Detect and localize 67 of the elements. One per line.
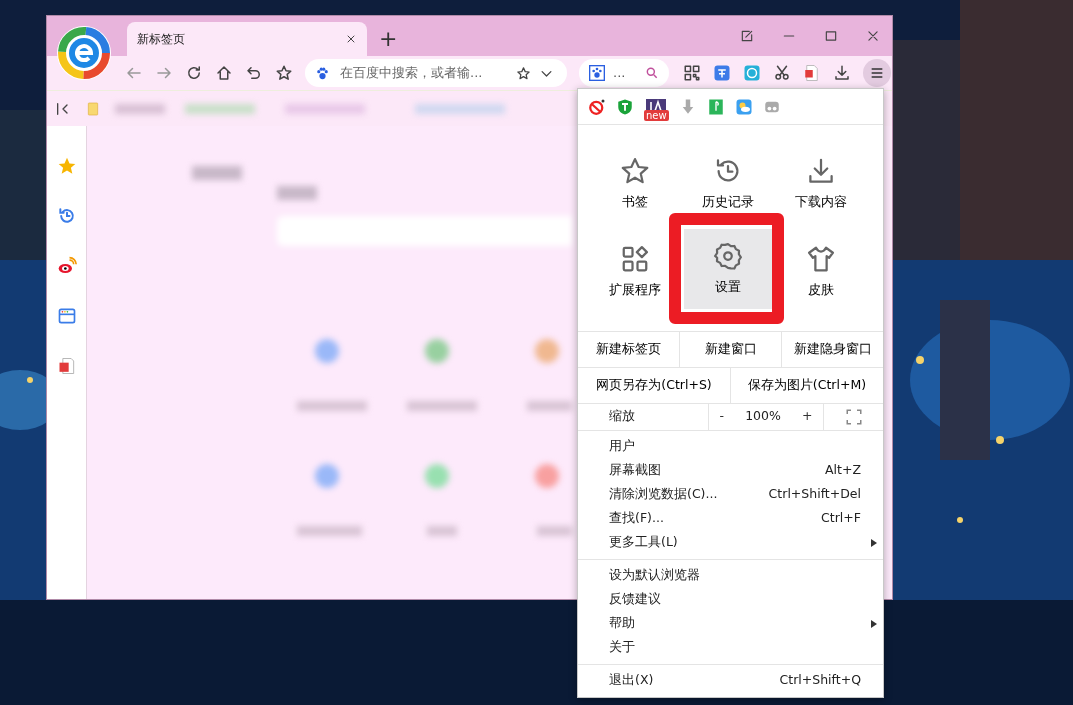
menu-button[interactable]: 保存为图片(Ctrl+M) (730, 367, 883, 403)
new-badge: new (644, 109, 669, 121)
menu-tile[interactable]: 书签 (617, 155, 652, 211)
shortcut-label: Alt+Z (825, 461, 861, 480)
menu-item[interactable]: 清除浏览数据(C)... Ctrl+Shift+Del (578, 482, 883, 507)
close-icon[interactable] (345, 33, 357, 45)
maximize-icon[interactable] (824, 29, 838, 43)
scissors-icon[interactable] (773, 64, 791, 82)
menu-button[interactable]: 网页另存为(Ctrl+S) (578, 367, 730, 403)
search-text: ... (613, 64, 627, 83)
browser-tab[interactable]: 新标签页 (127, 22, 367, 56)
refresh-icon[interactable] (185, 64, 203, 82)
menu-tile[interactable]: 皮肤 (803, 244, 838, 300)
menu-tile[interactable]: 扩展程序 (606, 244, 663, 300)
search-icon[interactable] (645, 66, 659, 80)
weibo-icon[interactable] (56, 256, 77, 276)
shortcut-label: Ctrl+F (821, 509, 861, 528)
star-icon[interactable] (275, 64, 293, 82)
star-icon (619, 155, 650, 186)
shortcut-label: Ctrl+Shift+Del (768, 485, 861, 504)
weather-icon[interactable] (734, 97, 753, 116)
address-field[interactable]: 在百度中搜索，或者输... (338, 62, 508, 84)
history-icon[interactable] (56, 206, 77, 226)
undo-icon[interactable] (245, 64, 263, 82)
download-icon[interactable] (833, 64, 851, 82)
menu-item[interactable]: 用户 (578, 434, 883, 459)
paw-icon (589, 65, 605, 81)
gear-icon (713, 241, 743, 272)
close-icon[interactable] (866, 29, 880, 43)
menu-tile[interactable]: 设置 (684, 229, 772, 309)
music-icon[interactable] (706, 97, 725, 116)
menu-item[interactable]: 退出(X) Ctrl+Shift+Q (578, 668, 883, 693)
qr-code-icon[interactable] (683, 64, 701, 82)
menu-button[interactable]: 新建窗口 (679, 332, 781, 367)
chart-icon[interactable] (743, 64, 761, 82)
paw-icon (315, 65, 330, 81)
new-tab-button[interactable]: + (379, 28, 398, 50)
translate-icon[interactable] (713, 64, 731, 82)
zoom-in-button[interactable]: + (801, 410, 813, 423)
menu-tile[interactable]: 下载内容 (792, 155, 849, 211)
browser-window-icon[interactable] (56, 306, 77, 326)
star-icon[interactable] (516, 65, 531, 81)
home-icon[interactable] (215, 64, 233, 82)
menu-item[interactable]: 查找(F)... Ctrl+F (578, 506, 883, 531)
menu-button[interactable]: 新建隐身窗口 (781, 332, 883, 367)
pdf-icon[interactable] (803, 64, 821, 82)
menu-item[interactable]: 更多工具(L) (578, 530, 883, 555)
zoom-label: 缩放 (608, 407, 636, 426)
zoom-out-button[interactable]: - (719, 410, 725, 423)
star-icon[interactable] (56, 156, 77, 176)
edit-icon[interactable] (740, 29, 754, 43)
menu-item[interactable]: 关于 (578, 635, 883, 660)
shortcut-label: Ctrl+Shift+Q (779, 671, 861, 690)
menu-item[interactable]: 反馈建议 (578, 587, 883, 612)
menu-tile[interactable]: 历史记录 (699, 155, 756, 211)
shield-icon[interactable] (616, 97, 634, 116)
menu-icon[interactable] (863, 59, 891, 87)
menu-item[interactable]: 设为默认浏览器 (578, 563, 883, 588)
blocker-icon[interactable] (588, 97, 606, 116)
menu-item[interactable]: 帮助 (578, 611, 883, 636)
zoom-value: 100% (745, 407, 781, 426)
fullscreen-icon[interactable] (844, 407, 863, 426)
search-box[interactable]: ... (579, 59, 669, 87)
menu-button[interactable]: 新建标签页 (578, 332, 679, 367)
menu-item[interactable]: 屏幕截图 Alt+Z (578, 458, 883, 483)
browser-logo (57, 26, 111, 80)
address-bar[interactable]: 在百度中搜索，或者输... (305, 59, 567, 87)
